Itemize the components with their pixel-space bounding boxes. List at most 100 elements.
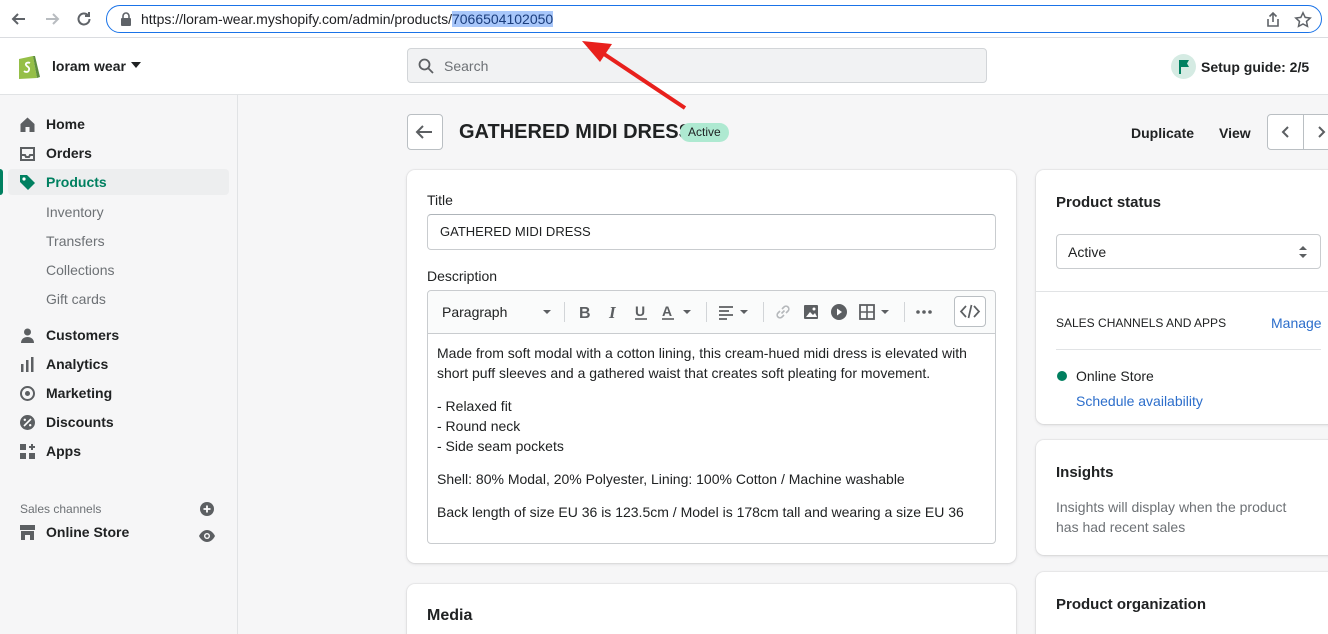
channel-online-store: Online Store xyxy=(1076,368,1154,384)
underline-icon[interactable]: U xyxy=(632,303,650,321)
schedule-availability-link[interactable]: Schedule availability xyxy=(1076,393,1203,409)
setup-guide-link[interactable]: Setup guide: 2/5 xyxy=(1201,59,1309,75)
chevron-down-icon[interactable] xyxy=(538,303,556,321)
image-icon[interactable] xyxy=(802,303,820,321)
media-card xyxy=(407,584,1016,634)
target-icon xyxy=(20,386,35,401)
person-icon xyxy=(21,328,34,343)
browser-reload-icon[interactable] xyxy=(73,8,95,30)
sidebar-item-orders[interactable]: Orders xyxy=(8,140,229,166)
orders-icon xyxy=(20,147,35,161)
shopify-logo-icon xyxy=(19,56,40,79)
description-paragraph: Back length of size EU 36 is 123.5cm / M… xyxy=(437,504,964,520)
sidebar-item-products[interactable]: Products xyxy=(8,169,229,195)
pager-divider xyxy=(1303,115,1304,149)
bookmark-star-icon[interactable] xyxy=(1294,11,1312,29)
sidebar-item-label: Customers xyxy=(46,327,120,343)
share-icon[interactable] xyxy=(1264,11,1282,29)
sidebar-item-label: Online Store xyxy=(46,524,130,540)
table-icon[interactable] xyxy=(858,303,876,321)
svg-text:I: I xyxy=(608,303,617,321)
sidebar-subitem-collections[interactable]: Collections xyxy=(46,262,114,278)
link-icon[interactable] xyxy=(774,303,792,321)
status-badge: Active xyxy=(680,123,729,142)
title-input[interactable]: GATHERED MIDI DRESS xyxy=(427,214,996,250)
manage-link[interactable]: Manage xyxy=(1271,315,1322,331)
sidebar-item-apps[interactable]: Apps xyxy=(8,438,229,464)
url-product-id-selected: 7066504102050 xyxy=(451,11,554,27)
browser-back-icon[interactable] xyxy=(8,8,30,30)
tag-icon xyxy=(20,175,35,190)
sidebar: Home Orders Products Inventory Transfers… xyxy=(0,95,238,634)
sales-channels-apps-heading: SALES CHANNELS AND APPS xyxy=(1056,316,1227,330)
product-pager xyxy=(1267,114,1328,150)
search-input[interactable]: Search xyxy=(407,48,987,83)
description-editor[interactable]: Paragraph B I U A Made from soft modal w… xyxy=(427,290,996,544)
home-icon xyxy=(20,117,35,132)
address-bar[interactable]: https://loram-wear.myshopify.com/admin/p… xyxy=(106,5,1322,33)
back-button[interactable] xyxy=(407,114,443,150)
svg-text:B: B xyxy=(579,305,591,321)
align-icon[interactable] xyxy=(717,303,735,321)
url-base: https://loram-wear.myshopify.com/admin/p… xyxy=(141,11,452,27)
description-bullet: - Side seam pockets xyxy=(437,438,564,454)
card-divider xyxy=(1036,291,1328,292)
lock-icon xyxy=(121,12,131,26)
sidebar-item-customers[interactable]: Customers xyxy=(8,322,229,348)
text-color-icon[interactable]: A xyxy=(660,303,678,321)
chevron-left-icon[interactable] xyxy=(1278,124,1294,140)
sidebar-subitem-inventory[interactable]: Inventory xyxy=(46,204,104,220)
description-bullet: - Round neck xyxy=(437,418,521,434)
sidebar-item-label: Apps xyxy=(46,443,81,459)
sidebar-item-analytics[interactable]: Analytics xyxy=(8,351,229,377)
select-arrows-icon xyxy=(1299,246,1307,258)
toolbar-divider xyxy=(564,302,565,322)
status-select[interactable]: Active xyxy=(1056,234,1321,269)
sidebar-item-discounts[interactable]: Discounts xyxy=(8,409,229,435)
caret-down-icon[interactable] xyxy=(131,61,141,69)
toolbar-divider xyxy=(706,302,707,322)
browser-forward-icon[interactable] xyxy=(41,8,63,30)
paragraph-format-select[interactable]: Paragraph xyxy=(442,304,507,320)
sidebar-item-label: Products xyxy=(46,174,107,190)
store-name[interactable]: loram wear xyxy=(52,58,126,74)
flag-icon[interactable] xyxy=(1171,54,1196,79)
toolbar-divider xyxy=(763,302,764,322)
description-bullet: - Relaxed fit xyxy=(437,398,512,414)
video-icon[interactable] xyxy=(830,303,848,321)
sidebar-item-home[interactable]: Home xyxy=(8,111,229,137)
sidebar-item-label: Orders xyxy=(46,145,92,161)
duplicate-button[interactable]: Duplicate xyxy=(1131,125,1194,141)
chevron-down-icon[interactable] xyxy=(735,303,753,321)
insights-heading: Insights xyxy=(1056,464,1114,481)
description-list: - Relaxed fit - Round neck - Side seam p… xyxy=(437,396,985,456)
italic-icon[interactable]: I xyxy=(604,303,622,321)
search-placeholder: Search xyxy=(444,58,489,74)
chevron-down-icon[interactable] xyxy=(876,303,894,321)
sidebar-item-marketing[interactable]: Marketing xyxy=(8,380,229,406)
sidebar-item-label: Marketing xyxy=(46,385,113,401)
search-icon xyxy=(418,58,434,74)
sidebar-subitem-transfers[interactable]: Transfers xyxy=(46,233,105,249)
title-input-value: GATHERED MIDI DRESS xyxy=(440,224,591,239)
description-label: Description xyxy=(427,268,498,284)
html-code-button[interactable] xyxy=(954,296,986,327)
arrow-left-icon xyxy=(415,125,432,139)
description-paragraph: Made from soft modal with a cotton linin… xyxy=(437,345,967,381)
more-icon[interactable] xyxy=(915,303,933,321)
description-paragraph: Shell: 80% Modal, 20% Polyester, Lining:… xyxy=(437,471,905,487)
chevron-right-icon[interactable] xyxy=(1313,124,1328,140)
eye-icon[interactable] xyxy=(198,529,216,543)
view-button[interactable]: View xyxy=(1219,125,1251,141)
editor-toolbar: Paragraph B I U A xyxy=(428,291,995,334)
page-title: GATHERED MIDI DRESS xyxy=(459,121,692,143)
url-text: https://loram-wear.myshopify.com/admin/p… xyxy=(141,11,554,27)
add-channel-icon[interactable] xyxy=(200,502,214,516)
title-label: Title xyxy=(427,192,453,208)
sidebar-item-online-store[interactable]: Online Store xyxy=(8,519,229,545)
bold-icon[interactable]: B xyxy=(575,303,593,321)
sidebar-item-label: Analytics xyxy=(46,356,109,372)
sidebar-subitem-gift-cards[interactable]: Gift cards xyxy=(46,291,106,307)
sidebar-item-label: Home xyxy=(46,116,85,132)
chevron-down-icon[interactable] xyxy=(678,303,696,321)
